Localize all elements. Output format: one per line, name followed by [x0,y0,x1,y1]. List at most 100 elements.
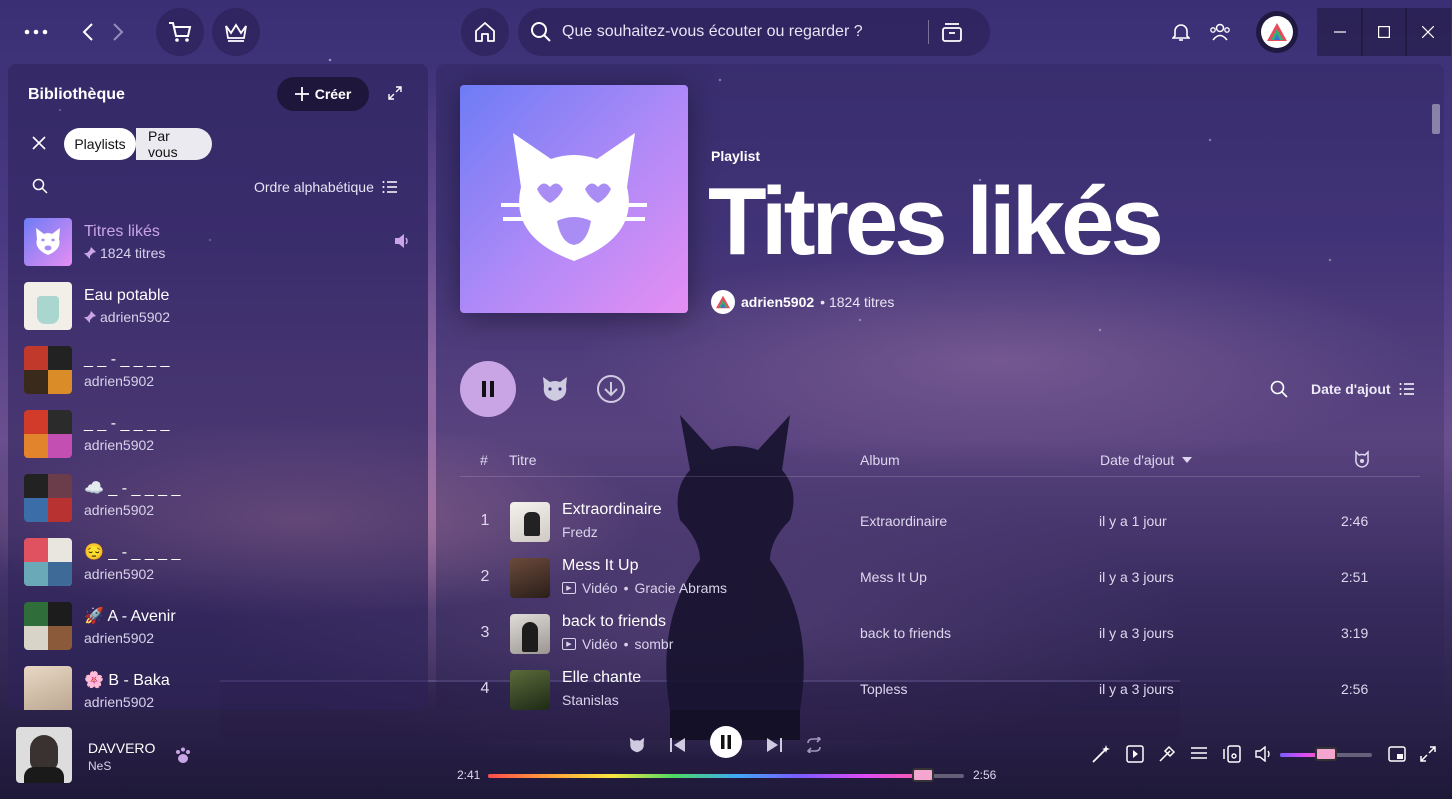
now-playing-cover[interactable] [16,727,72,783]
now-playing-title[interactable]: DAVVERO [88,740,155,756]
more-icon[interactable] [20,20,52,44]
library-item[interactable]: 🚀 A - Avenir adrien5902 [24,600,414,652]
track-artist[interactable]: sombr [634,636,673,652]
track-date: il y a 1 jour [1099,513,1167,529]
fullscreen-icon[interactable] [1416,742,1440,766]
volume-handle-nyan[interactable] [1315,747,1337,761]
avatar[interactable] [1256,11,1298,53]
playlist-cover [24,346,72,394]
miniplayer-icon[interactable] [1385,742,1409,766]
track-album[interactable]: back to friends [860,625,951,641]
previous-icon[interactable] [662,729,694,761]
library-item[interactable]: ☁️ _ - _ _ _ _ adrien5902 [24,472,414,524]
search-bar[interactable] [518,8,990,56]
bell-icon[interactable] [1169,20,1193,44]
queue-icon[interactable] [1187,742,1211,766]
track-album[interactable]: Topless [860,681,907,697]
library-item[interactable]: _ _ - _ _ _ _ adrien5902 [24,408,414,460]
minimize-icon[interactable] [1317,8,1363,56]
panel-resize-handle[interactable] [428,64,436,710]
liked-paw-icon[interactable] [174,746,192,764]
col-date[interactable]: Date d'ajout [1100,452,1193,468]
track-artist[interactable]: Gracie Abrams [634,580,727,596]
now-playing-speaker-icon [394,234,410,248]
track-duration: 2:56 [1341,681,1369,697]
track-artist[interactable]: Fredz [562,524,598,540]
library-item[interactable]: _ _ - _ _ _ _ adrien5902 [24,344,414,396]
header-divider [460,476,1420,477]
table-row[interactable]: 1 Extraordinaire Fredz Extraordinaire il… [460,494,1420,550]
playlist-type: Playlist [711,148,761,164]
library-item[interactable]: Titres likés 1824 titres [24,216,414,268]
sort-button[interactable]: Ordre alphabétique [254,179,398,195]
main-scrollbar[interactable] [1432,104,1440,134]
back-icon[interactable] [76,20,100,44]
library-item[interactable]: Eau potable adrien5902 [24,280,414,332]
owner-avatar[interactable] [711,290,735,314]
library-item-name: _ _ - _ _ _ _ [84,351,170,368]
track-artist[interactable]: Stanislas [562,692,619,708]
magic-wand-icon[interactable] [1089,742,1113,766]
pause-button[interactable] [460,361,516,417]
playlist-cover [24,410,72,458]
library-item-sub: adrien5902 [84,437,155,453]
download-icon[interactable] [596,374,626,404]
search-input[interactable] [562,23,922,41]
volume-slider[interactable] [1280,747,1372,761]
friends-icon[interactable] [1208,20,1232,44]
table-row[interactable]: 3 back to friends ▶ Vidéo • sombr back to f… [460,606,1420,662]
library-search-icon[interactable] [32,178,48,194]
playlist-meta: adrien5902 • 1824 titres [711,290,894,314]
playlist-search-icon[interactable] [1270,380,1288,398]
video-label: Vidéo [582,636,618,652]
next-icon[interactable] [758,729,790,761]
playlist-sort-button[interactable]: Date d'ajout [1311,381,1415,397]
col-album[interactable]: Album [860,452,900,468]
playlist-cover [24,602,72,650]
track-album[interactable]: Extraordinaire [860,513,947,529]
duration-icon [1354,450,1370,468]
maximize-icon[interactable] [1361,8,1407,56]
player-pause-button[interactable] [710,726,742,758]
track-title[interactable]: Elle chante [562,669,641,687]
forward-icon[interactable] [106,20,130,44]
browse-icon[interactable] [941,21,963,43]
close-icon[interactable] [1405,8,1451,56]
now-playing-view-icon[interactable] [1123,742,1147,766]
filter-par-vous[interactable]: Par vous [136,128,212,160]
clear-filter-icon[interactable] [32,136,46,150]
expand-icon[interactable] [388,86,402,100]
video-icon: ▶ [562,582,576,594]
now-playing-artist[interactable]: NeS [88,759,111,773]
cart-icon[interactable] [156,8,204,56]
library-item-sub: adrien5902 [84,502,155,518]
track-title[interactable]: Mess It Up [562,557,638,575]
table-row[interactable]: 4 Elle chante Stanislas Topless il y a 3… [460,662,1420,710]
home-icon[interactable] [461,8,509,56]
col-title[interactable]: Titre [509,452,536,468]
search-icon[interactable] [530,21,552,43]
progress-bar[interactable] [488,768,964,782]
col-date-label: Date d'ajout [1100,452,1175,468]
library-item[interactable]: 🌸 B - Baka adrien5902 [24,664,414,710]
table-row[interactable]: 2 Mess It Up ▶ Vidéo • Gracie Abrams Mess I… [460,550,1420,606]
owner-name[interactable]: adrien5902 [741,294,814,310]
track-duration: 2:46 [1341,513,1369,529]
volume-icon[interactable] [1252,742,1276,766]
crown-icon[interactable] [212,8,260,56]
connect-device-icon[interactable] [1220,742,1244,766]
progress-handle-nyan[interactable] [912,768,935,782]
filter-playlists[interactable]: Playlists [64,128,136,160]
lyrics-icon[interactable] [1155,742,1179,766]
cat-smile-icon[interactable] [540,376,570,402]
track-title[interactable]: Extraordinaire [562,501,662,519]
track-title[interactable]: back to friends [562,613,666,631]
repeat-icon[interactable] [798,729,830,761]
track-cover [510,614,550,654]
library-item[interactable]: 😔 _ - _ _ _ _ adrien5902 [24,536,414,588]
shuffle-cat-icon[interactable] [621,729,653,761]
track-count: • 1824 titres [820,294,895,310]
create-button[interactable]: Créer [277,77,369,111]
track-album[interactable]: Mess It Up [860,569,927,585]
playlist-cover [24,474,72,522]
